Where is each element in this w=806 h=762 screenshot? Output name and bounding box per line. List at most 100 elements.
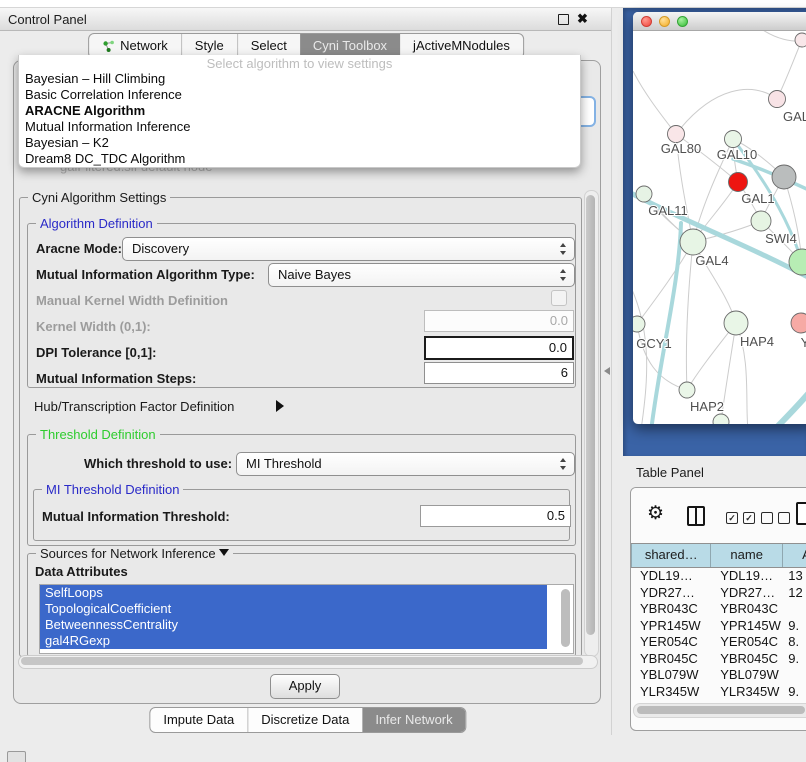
dropdown-item-mutual-information-inference[interactable]: Mutual Information Inference	[19, 119, 580, 135]
network-window-titlebar[interactable]	[633, 12, 806, 31]
scrollbar-thumb[interactable]	[586, 195, 595, 635]
network-node[interactable]	[772, 165, 796, 189]
column-header-name[interactable]: name	[711, 544, 783, 567]
network-node-gal11[interactable]	[636, 186, 652, 202]
hub-transcription-factor-label[interactable]: Hub/Transcription Factor Definition	[34, 399, 234, 414]
table-row[interactable]: YBR045CYBR045C9.	[631, 651, 806, 668]
table-cell: YPR145W	[711, 618, 784, 635]
column-header-shared[interactable]: shared…	[631, 544, 711, 567]
network-node-label: Y	[801, 335, 806, 350]
table-cell: YBR043C	[631, 601, 711, 618]
list-scrollbar-thumb[interactable]	[561, 589, 570, 647]
table-cell: 12	[784, 585, 806, 602]
dropdown-item-list: Bayesian – Hill ClimbingBasic Correlatio…	[19, 71, 580, 167]
settings-vertical-scrollbar[interactable]	[584, 190, 599, 657]
bottom-tab-impute-data[interactable]: Impute Data	[150, 708, 247, 732]
network-node[interactable]	[729, 173, 748, 192]
aracne-mode-combo[interactable]: Discovery	[122, 237, 575, 261]
table-cell: 9.	[784, 651, 806, 668]
zoom-traffic-light-icon[interactable]	[677, 16, 688, 27]
attribute-item-selfloops[interactable]: SelfLoops	[40, 585, 547, 601]
mi-algorithm-type-label: Mutual Information Algorithm Type:	[36, 267, 255, 282]
scrollbar-thumb[interactable]	[21, 657, 583, 665]
dropdown-item-bayesian-k2[interactable]: Bayesian – K2	[19, 135, 580, 151]
settings-horizontal-scrollbar[interactable]	[18, 655, 598, 669]
dpi-tolerance-field[interactable]: 0.0	[424, 336, 574, 360]
bottom-tab-infer-network[interactable]: Infer Network	[362, 708, 465, 732]
aracne-mode-value: Discovery	[132, 238, 189, 260]
dropdown-item-bayesian-hill-climbing[interactable]: Bayesian – Hill Climbing	[19, 71, 580, 87]
gear-icon[interactable]: ⚙	[647, 504, 664, 523]
network-canvas[interactable]: GALGAL80GAL10GAL1GAL11SWI4GAL4HAP4GCY1YH…	[633, 31, 806, 424]
dropdown-item-basic-correlation-inference[interactable]: Basic Correlation Inference	[19, 87, 580, 103]
select-all-checkboxes-icon[interactable]: ✓ ✓	[726, 512, 755, 524]
table-row[interactable]: YDR27…YDR27…12	[631, 585, 806, 602]
panel-splitter[interactable]	[611, 8, 612, 735]
mi-steps-field[interactable]: 6	[424, 362, 574, 384]
table-row[interactable]: YDL19…YDL19…13	[631, 568, 806, 585]
which-threshold-label: Which threshold to use:	[84, 456, 232, 471]
split-columns-icon[interactable]	[687, 506, 705, 526]
network-node-gal80[interactable]	[668, 126, 685, 143]
dropdown-item-dream8-dc-tdc-algorithm[interactable]: Dream8 DC_TDC Algorithm	[19, 151, 580, 167]
mutual-information-threshold-field[interactable]: 0.5	[420, 505, 571, 527]
splitter-collapse-arrow-icon[interactable]	[604, 367, 610, 375]
network-node-gcy1[interactable]	[633, 316, 645, 332]
table-cell: 9.	[784, 684, 806, 701]
table-row[interactable]: YPR145WYPR145W9.	[631, 618, 806, 635]
network-window[interactable]: GALGAL80GAL10GAL1GAL11SWI4GAL4HAP4GCY1YH…	[633, 12, 806, 424]
stepper-arrows-icon	[560, 269, 567, 281]
close-icon[interactable]: ✖	[577, 11, 588, 27]
dropdown-item-aracne-algorithm[interactable]: ARACNE Algorithm	[19, 103, 580, 119]
network-edge	[777, 40, 802, 99]
table-cell: YBR045C	[711, 651, 784, 668]
network-node-gal1[interactable]	[751, 211, 771, 231]
network-desktop-background: GALGAL80GAL10GAL1GAL11SWI4GAL4HAP4GCY1YH…	[623, 8, 806, 456]
bottom-tab-discretize-data[interactable]: Discretize Data	[247, 708, 362, 732]
manual-kernel-width-label: Manual Kernel Width Definition	[36, 293, 228, 308]
network-node-hap4[interactable]	[724, 311, 748, 335]
top-strip	[0, 0, 806, 8]
bottom-left-widget-icon[interactable]	[7, 751, 26, 762]
network-edge	[637, 242, 693, 324]
attribute-item-betweennesscentrality[interactable]: BetweennessCentrality	[40, 617, 547, 633]
deselect-all-checkboxes-icon[interactable]	[761, 512, 790, 524]
network-edge	[686, 242, 693, 390]
attribute-item-topologicalcoefficient[interactable]: TopologicalCoefficient	[40, 601, 547, 617]
float-window-icon[interactable]	[558, 14, 569, 25]
minimize-traffic-light-icon[interactable]	[659, 16, 670, 27]
table-row[interactable]: YLR345WYLR345W9.	[631, 684, 806, 701]
table-cell: YDR27…	[631, 585, 711, 602]
network-node[interactable]	[713, 414, 729, 424]
node-table: shared…nameA YDL19…YDL19…13YDR27…YDR27…1…	[631, 543, 806, 705]
table-toolbar: ⚙ ✓ ✓	[631, 488, 806, 543]
manual-kernel-width-checkbox[interactable]	[551, 290, 567, 306]
network-node-label: GAL4	[695, 253, 728, 268]
network-node-gal[interactable]	[769, 91, 786, 108]
table-row[interactable]: YBL079WYBL079W	[631, 667, 806, 684]
network-node-y[interactable]	[791, 313, 806, 333]
close-traffic-light-icon[interactable]	[641, 16, 652, 27]
document-icon[interactable]	[796, 502, 806, 525]
data-attributes-label: Data Attributes	[35, 564, 128, 579]
network-node[interactable]	[795, 33, 806, 47]
which-threshold-combo[interactable]: MI Threshold	[236, 452, 575, 476]
table-cell	[784, 601, 806, 618]
column-header-a[interactable]: A	[783, 544, 806, 567]
data-attributes-listbox[interactable]: SelfLoopsTopologicalCoefficientBetweenne…	[39, 584, 574, 654]
table-row[interactable]: YBR043CYBR043C	[631, 601, 806, 618]
network-edge-highlighted	[651, 223, 681, 424]
sources-legend[interactable]: Sources for Network Inference	[36, 546, 233, 561]
table-horizontal-scrollbar[interactable]	[633, 703, 806, 718]
attribute-item-gal4rgexp[interactable]: gal4RGexp	[40, 633, 547, 649]
mi-algorithm-type-combo[interactable]: Naive Bayes	[268, 263, 575, 287]
aracne-mode-label: Aracne Mode:	[36, 241, 122, 256]
apply-button[interactable]: Apply	[270, 674, 340, 699]
table-row[interactable]: YER054CYER054C8.	[631, 634, 806, 651]
scrollbar-thumb[interactable]	[637, 706, 805, 714]
network-node-gal10[interactable]	[725, 131, 742, 148]
kernel-width-field[interactable]: 0.0	[424, 310, 574, 332]
network-node-hap2[interactable]	[679, 382, 695, 398]
expand-right-arrow-icon[interactable]	[276, 400, 284, 412]
network-node-gal4[interactable]	[680, 229, 706, 255]
